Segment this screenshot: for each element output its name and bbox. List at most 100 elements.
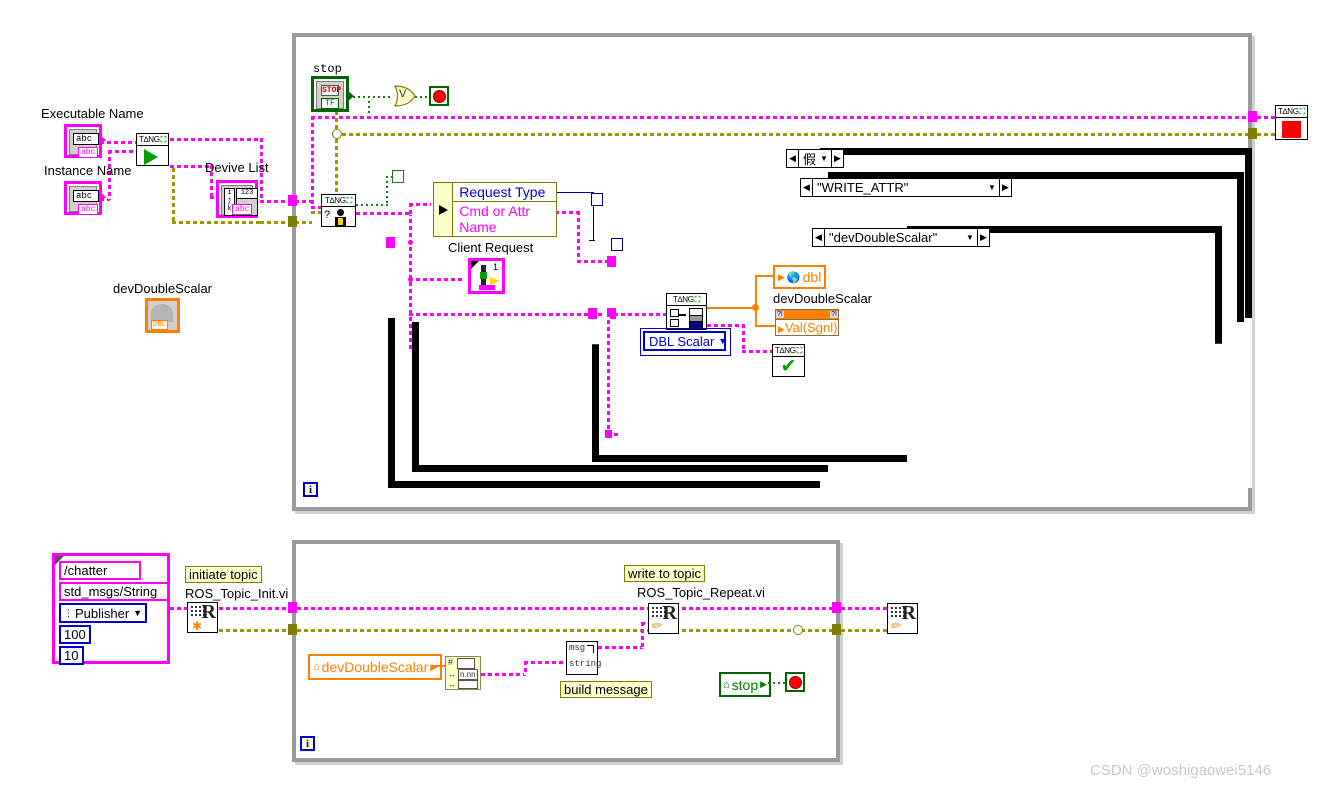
- case-selector-dev-dropdown[interactable]: ◀ "devDoubleScalar" ▼ ▶: [812, 228, 990, 247]
- ros-topic-repeat-vi[interactable]: R ✏: [648, 603, 679, 634]
- prop-node-titlebar: ?! ?!: [776, 310, 838, 320]
- junction-pink-1: [408, 240, 413, 245]
- wire-pink-status-out: [356, 212, 412, 215]
- case-dropdown-write[interactable]: ▼: [985, 183, 999, 192]
- wire-pink-to-statusvi: [311, 206, 321, 209]
- queue-flag-icon: [490, 277, 500, 285]
- ros-loop-iteration-terminal[interactable]: i: [300, 736, 315, 751]
- ros-message-type-field[interactable]: std_msgs/String: [59, 582, 169, 601]
- ros-letter-icon-3: R: [902, 604, 916, 622]
- case-next-arrow-write[interactable]: ▶: [999, 179, 1011, 196]
- enum-updown-icon[interactable]: ⋮: [64, 608, 73, 619]
- wire-bus-in-pink: [260, 200, 312, 203]
- stop-boolean-control[interactable]: STOP TF: [311, 76, 349, 112]
- dev-double-scalar-local-variable[interactable]: ⌂ devDoubleScalar ▶: [308, 654, 442, 680]
- format-hash-icon: #: [448, 657, 453, 667]
- ros-queue-size-field[interactable]: 100: [59, 625, 91, 644]
- wire-right-out-olive: [1257, 133, 1275, 136]
- tango-brand-text-1: T∆NG: [139, 135, 160, 144]
- build-message-node[interactable]: msg string: [566, 641, 598, 675]
- wire-pink-to-reqblock: [409, 203, 431, 206]
- request-type-item: Request Type: [453, 183, 556, 202]
- case-selector-terminal-write-attr[interactable]: [591, 193, 603, 206]
- write-to-topic-annotation: write to topic: [624, 565, 705, 582]
- wire-pink-to-tangoattr: [614, 313, 666, 316]
- instance-name-value: abc: [73, 190, 99, 202]
- case-selector-terminal-dev[interactable]: [611, 238, 623, 251]
- tango-open-device-vi[interactable]: T∆NG⛶: [136, 133, 169, 166]
- case-prev-arrow-write[interactable]: ◀: [801, 179, 813, 196]
- string-type-tag-1: abc: [78, 147, 98, 158]
- queue-green-icon: [480, 272, 487, 279]
- wire-state-to-case: [356, 204, 388, 206]
- format-range-icon-1: ↔: [448, 670, 456, 679]
- or-gate-node[interactable]: V: [393, 85, 417, 107]
- tunnel-pink-case-write: [607, 256, 616, 267]
- wire-olive-junction: [332, 129, 342, 139]
- tango-brand-text-4: T∆NG: [775, 346, 796, 355]
- ros-topic-name-field[interactable]: /chatter: [59, 561, 141, 580]
- ros-topic-role-enum[interactable]: ⋮ Publisher ▼: [59, 603, 147, 623]
- tango-check-error-vi[interactable]: T∆NG⛶ ✔: [772, 344, 805, 377]
- ros-role-dropdown-icon[interactable]: ▼: [133, 608, 142, 618]
- queue-corner-icon: [471, 261, 479, 269]
- unbundle-request-block[interactable]: Request Type Cmd or Attr Name: [433, 182, 557, 237]
- tango-glyph-icon-2: ⛶: [347, 196, 352, 206]
- array-index-i: i: [227, 189, 231, 197]
- tango-brand-bar-3: T∆NG⛶: [667, 294, 706, 306]
- stop-button-label: stop: [313, 62, 342, 76]
- stop-local-text: stop: [732, 677, 758, 693]
- ros-topic-close-vi[interactable]: R ✏: [887, 603, 918, 634]
- case-next-arrow-outer[interactable]: ▶: [831, 150, 843, 167]
- wire-olive-ros-junction: [793, 625, 803, 635]
- tango-brand-text-3: T∆NG: [673, 295, 694, 304]
- globe-icon: 🌎: [787, 271, 801, 284]
- executable-name-control[interactable]: abc abc: [64, 124, 102, 158]
- local-var-arrow-icon-2: ▶: [760, 679, 767, 690]
- wire-build-to-repeat-v: [641, 622, 644, 648]
- tango-write-attribute-vi[interactable]: T∆NG⛶: [666, 293, 707, 330]
- case-selector-outer-dropdown[interactable]: ◀ 假 ▼ ▶: [786, 149, 844, 168]
- wire-instance-to-tango: [108, 150, 136, 153]
- case-prev-arrow-outer[interactable]: ◀: [787, 150, 799, 167]
- stop-led-icon: [433, 90, 446, 103]
- prop-node-property-row[interactable]: ▶Val(Sgnl): [776, 320, 838, 335]
- case-next-arrow-dev[interactable]: ▶: [977, 229, 989, 246]
- case-dropdown-dev[interactable]: ▼: [963, 233, 977, 242]
- dev-double-scalar-label: devDoubleScalar: [113, 282, 212, 295]
- wire-pink-case-v: [409, 212, 412, 352]
- person-badge-icon: [338, 218, 343, 225]
- dbl-data-constant[interactable]: ▶ 🌎 dbl: [773, 265, 826, 289]
- top-loop-iteration-terminal[interactable]: i: [303, 482, 318, 497]
- client-request-node[interactable]: 1: [468, 258, 505, 294]
- tango-device-status-vi[interactable]: T∆NG⛶ ?: [321, 194, 356, 227]
- case-selector-terminal-outer[interactable]: [392, 170, 404, 183]
- instance-name-output-arrow: [100, 192, 106, 202]
- loop-stop-terminal[interactable]: [429, 86, 449, 106]
- stop-local-variable[interactable]: ⌂ stop ▶: [719, 672, 771, 697]
- home-icon-1: ⌂: [313, 661, 320, 673]
- wire-top-bus-olive: [335, 133, 1261, 136]
- watermark-text: CSDN @woshigaowei5146: [1090, 762, 1271, 779]
- tunnel-olive-right: [1248, 128, 1257, 139]
- case-dropdown-outer[interactable]: ▼: [817, 154, 831, 163]
- dev-double-scalar-property-node[interactable]: ?! ?! ▶Val(Sgnl): [775, 309, 839, 336]
- dev-double-scalar-control[interactable]: DBL: [145, 298, 180, 333]
- ros-rate-field[interactable]: 10: [59, 646, 84, 665]
- number-to-fractional-string-node[interactable]: # ↔ n.nn ↔: [445, 656, 481, 690]
- ros-topic-init-vi[interactable]: R ✱: [187, 602, 218, 633]
- tango-brand-bar-1: T∆NG⛶: [137, 134, 168, 146]
- instance-name-control[interactable]: abc abc: [64, 181, 102, 215]
- case-selector-write-attr-dropdown[interactable]: ◀ "WRITE_ATTR" ▼ ▶: [800, 178, 1012, 197]
- home-icon-2: ⌂: [723, 679, 730, 691]
- client-request-label: Client Request: [448, 241, 533, 254]
- wire-pink-bottom-bus: [409, 313, 605, 316]
- device-list-indicator[interactable]: i j k 123 abc: [216, 180, 258, 218]
- ros-loop-stop-terminal[interactable]: [785, 672, 805, 692]
- executable-name-output-arrow: [100, 135, 106, 145]
- play-triangle-icon: [144, 149, 158, 165]
- ros-topic-cluster-constant[interactable]: /chatter std_msgs/String ⋮ Publisher ▼ 1…: [52, 553, 170, 664]
- instance-name-label: Instance Name: [44, 164, 131, 177]
- case-prev-arrow-dev[interactable]: ◀: [813, 229, 825, 246]
- tango-close-device-vi[interactable]: T∆NG⛶: [1275, 105, 1308, 140]
